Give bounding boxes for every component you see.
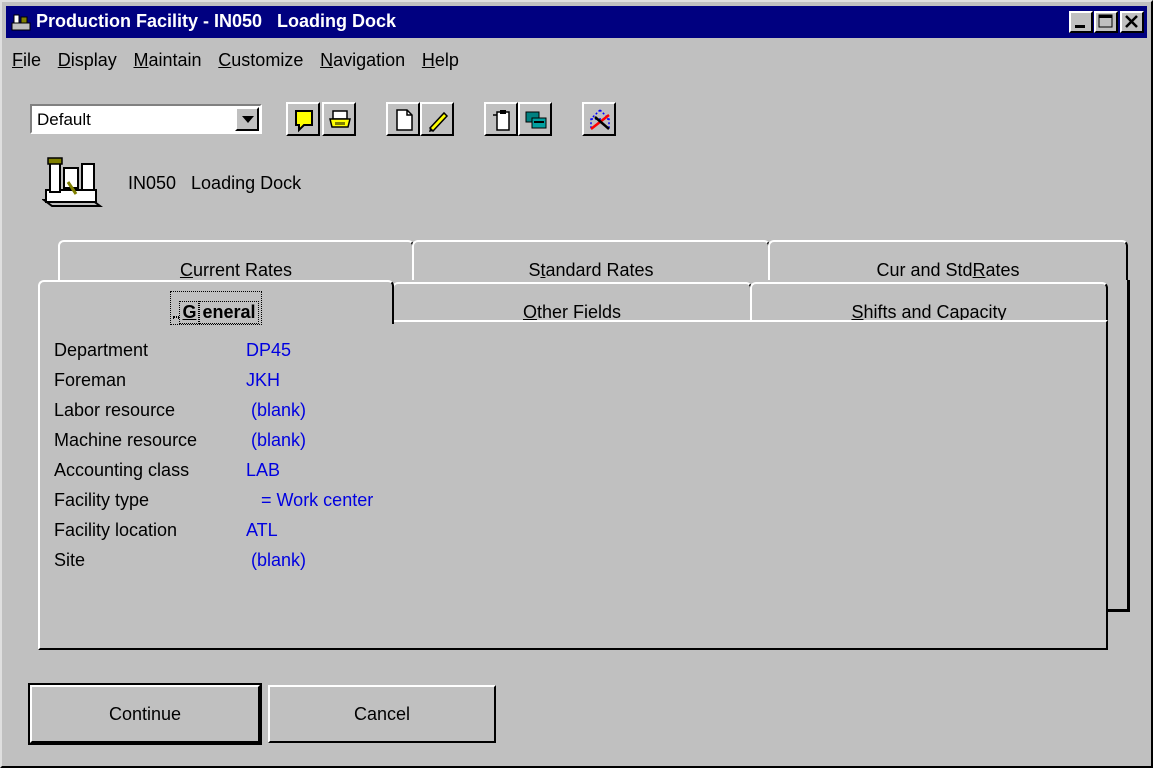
- edit-button[interactable]: [420, 102, 454, 136]
- department-label: Department: [54, 340, 149, 360]
- application-window: Production Facility - IN050 Loading Dock…: [0, 0, 1153, 768]
- clipboard-icon: [493, 110, 510, 131]
- facility-icon: [42, 157, 103, 207]
- machine-resource-label: Machine resource: [54, 430, 198, 450]
- network-icon: [590, 109, 610, 130]
- new-document-icon: [396, 109, 413, 131]
- view-select-value: Default: [37, 110, 91, 129]
- labor-resource-value: (blank): [246, 400, 307, 420]
- tab-shifts-and-capacity[interactable]: Shifts and Capacity: [750, 282, 1108, 322]
- clipboard-button[interactable]: [484, 102, 518, 136]
- facility-location-value: ATL: [246, 520, 278, 540]
- view-select[interactable]: Default: [30, 104, 262, 134]
- windows-icon: [525, 111, 547, 129]
- facility-app-icon: [11, 14, 31, 31]
- windows-button[interactable]: [518, 102, 552, 136]
- minimize-button[interactable]: [1069, 11, 1093, 33]
- print-button[interactable]: [322, 102, 356, 136]
- continue-button[interactable]: Continue: [28, 683, 262, 745]
- menu-help[interactable]: Help: [422, 50, 459, 71]
- tab-cur-and-std-rates[interactable]: Cur and Std Rates: [768, 240, 1128, 280]
- site-label: Site: [54, 550, 86, 570]
- note-icon: [295, 110, 313, 133]
- note-button[interactable]: [286, 102, 320, 136]
- site-value: (blank): [246, 550, 307, 570]
- new-document-button[interactable]: [386, 102, 420, 136]
- menu-display[interactable]: Display: [58, 50, 117, 71]
- maximize-button[interactable]: [1094, 11, 1118, 33]
- window-title: Production Facility - IN050 Loading Dock: [36, 11, 397, 31]
- cancel-button[interactable]: Cancel: [268, 685, 496, 743]
- tab-other-fields[interactable]: Other Fields: [392, 282, 752, 322]
- labor-resource-label: Labor resource: [54, 400, 176, 420]
- menu-customize[interactable]: Customize: [218, 50, 303, 71]
- close-icon: [1125, 15, 1138, 28]
- minimize-icon: [1075, 25, 1085, 28]
- edit-pencil-icon: [428, 111, 449, 133]
- close-button[interactable]: [1120, 11, 1144, 33]
- network-button[interactable]: [582, 102, 616, 136]
- chevron-down-icon: [242, 116, 254, 123]
- tab-standard-rates[interactable]: Standard Rates: [412, 240, 770, 280]
- tab-general[interactable]: General: [38, 280, 394, 325]
- tab-current-rates[interactable]: Current Rates: [58, 240, 414, 280]
- accounting-class-value: LAB: [246, 460, 281, 480]
- machine-resource-value: (blank): [246, 430, 307, 450]
- facility-type-label: Facility type: [54, 490, 150, 510]
- menu-maintain[interactable]: Maintain: [134, 50, 202, 71]
- menu-file[interactable]: File: [12, 50, 41, 71]
- facility-location-label: Facility location: [54, 520, 178, 540]
- view-select-dropdown-button[interactable]: [235, 107, 259, 131]
- maximize-icon: [1098, 14, 1113, 28]
- facility-type-value: = Work center: [246, 490, 374, 510]
- record-label: IN050 Loading Dock: [128, 173, 302, 193]
- title-bar[interactable]: Production Facility - IN050 Loading Dock: [6, 6, 1147, 38]
- print-icon: [329, 110, 351, 128]
- foreman-value: JKH: [246, 370, 281, 390]
- menu-navigation[interactable]: Navigation: [320, 50, 405, 71]
- accounting-class-label: Accounting class: [54, 460, 190, 480]
- foreman-label: Foreman: [54, 370, 127, 390]
- menu-bar: File Display Maintain Customize Navigati…: [12, 50, 471, 78]
- general-tab-panel: [38, 320, 1108, 650]
- department-value: DP45: [246, 340, 292, 360]
